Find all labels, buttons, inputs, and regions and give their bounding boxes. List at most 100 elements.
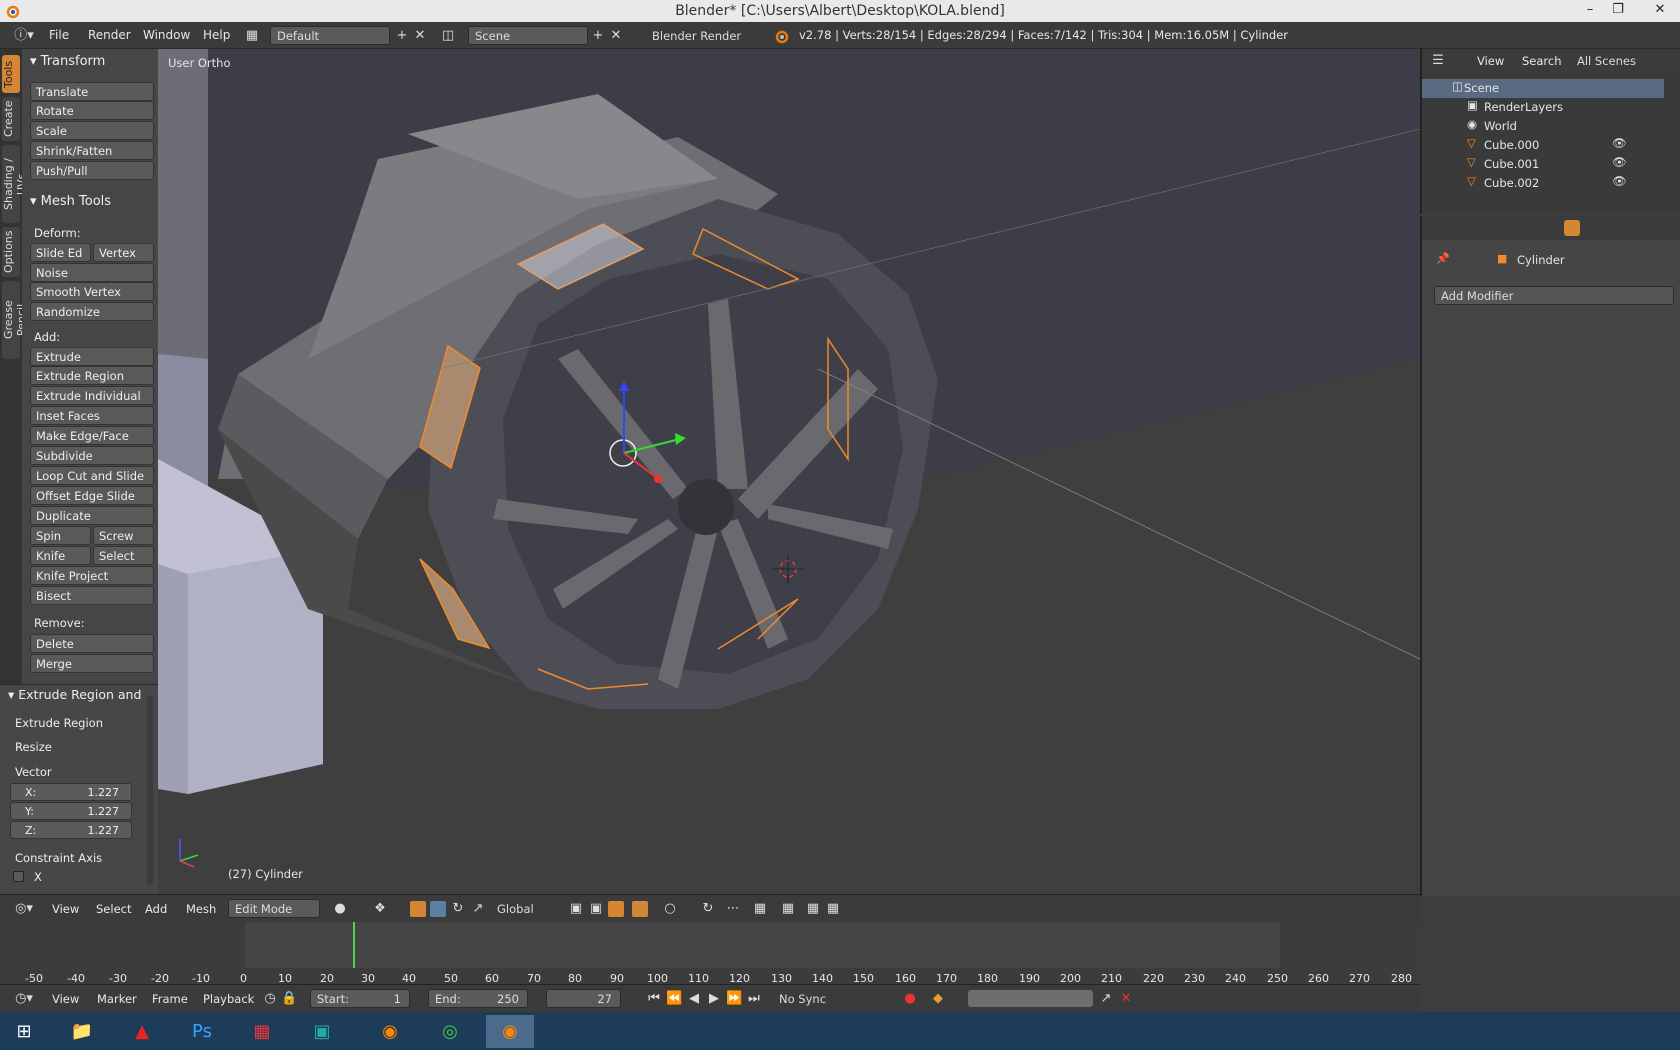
- menu-window[interactable]: Window: [143, 28, 190, 42]
- spin-button[interactable]: Spin: [30, 526, 91, 545]
- acrobat-icon[interactable]: ▲: [118, 1015, 166, 1048]
- rotate-manipulator-icon[interactable]: ↻: [450, 900, 466, 917]
- restore-button[interactable]: ❐: [1598, 0, 1638, 22]
- app-icon[interactable]: ▣: [298, 1015, 346, 1048]
- delete-keyframe-icon[interactable]: ✕: [1118, 990, 1134, 1007]
- make-edge-face-button[interactable]: Make Edge/Face: [30, 426, 154, 445]
- firefox-icon[interactable]: ◉: [366, 1015, 414, 1048]
- vector-z-field[interactable]: Z: 1.227: [10, 821, 132, 839]
- knife-project-button[interactable]: Knife Project: [30, 566, 154, 585]
- menu-playback[interactable]: Playback: [203, 992, 254, 1006]
- modifier-tab-icon[interactable]: [1564, 220, 1580, 236]
- scene-field[interactable]: Scene: [468, 26, 588, 45]
- add-scene-icon[interactable]: +: [590, 27, 606, 44]
- play-reverse-icon[interactable]: ◀: [686, 990, 702, 1007]
- menu-file[interactable]: File: [49, 28, 69, 42]
- snap-target-icon[interactable]: ▦: [752, 900, 768, 917]
- knife-select-button[interactable]: Select: [93, 546, 154, 565]
- scale-button[interactable]: Scale: [30, 121, 154, 140]
- extrude-individual-button[interactable]: Extrude Individual: [30, 386, 154, 405]
- screw-button[interactable]: Screw: [93, 526, 154, 545]
- pin-icon[interactable]: 📌: [1436, 252, 1450, 265]
- face-select-icon[interactable]: [608, 901, 624, 917]
- outliner-row-world[interactable]: ◉ World: [1422, 117, 1664, 136]
- extrude-region-button[interactable]: Extrude Region: [30, 366, 154, 385]
- render-engine-select[interactable]: Blender Render: [645, 26, 755, 45]
- vector-y-field[interactable]: Y: 1.227: [10, 802, 132, 820]
- shading-solid-icon[interactable]: ●: [332, 900, 348, 917]
- editor-type-3dview-icon[interactable]: ◎▾: [10, 900, 38, 917]
- visibility-eye-icon[interactable]: 👁: [1612, 136, 1627, 150]
- lock-icon[interactable]: 🔒: [281, 990, 297, 1007]
- menu-marker[interactable]: Marker: [97, 992, 137, 1006]
- 3d-viewport[interactable]: User Ortho (27) Cylinder: [158, 49, 1420, 894]
- outliner-editor-icon[interactable]: ☰: [1430, 52, 1446, 69]
- translate-manipulator-icon[interactable]: [430, 901, 446, 917]
- editor-type-info-icon[interactable]: ⓘ▾: [10, 27, 38, 44]
- tab-shading-uvs[interactable]: Shading / UVs: [2, 145, 28, 223]
- screen-layout-icon[interactable]: ▦: [244, 27, 260, 44]
- visibility-eye-icon[interactable]: 👁: [1612, 174, 1627, 188]
- shrink-fatten-button[interactable]: Shrink/Fatten: [30, 141, 154, 160]
- record-icon[interactable]: ●: [902, 990, 918, 1007]
- vertex-select-icon[interactable]: ▣: [568, 900, 584, 917]
- duplicate-button[interactable]: Duplicate: [30, 506, 154, 525]
- close-window-button[interactable]: ✕: [1640, 0, 1680, 22]
- keying-set-field[interactable]: [968, 990, 1093, 1007]
- outliner-row-scene[interactable]: ◫ Scene: [1422, 79, 1664, 98]
- tab-grease-pencil[interactable]: Grease Pencil: [2, 281, 28, 359]
- push-pull-button[interactable]: Push/Pull: [30, 161, 154, 180]
- current-frame-field[interactable]: 27: [546, 989, 621, 1008]
- keyframe-icon[interactable]: ◆: [930, 990, 946, 1007]
- current-frame-marker[interactable]: [353, 922, 355, 968]
- start-frame-field[interactable]: Start: 1: [310, 989, 410, 1008]
- loop-cut-slide-button[interactable]: Loop Cut and Slide: [30, 466, 154, 485]
- menu-help[interactable]: Help: [203, 28, 230, 42]
- outliner-row-cube-001[interactable]: ▽ Cube.001 👁: [1422, 155, 1664, 174]
- slide-edge-button[interactable]: Slide Ed: [30, 243, 91, 262]
- jump-start-icon[interactable]: ⏮: [646, 990, 662, 1007]
- scale-manipulator-icon[interactable]: ↗: [470, 900, 486, 917]
- extrude-dropdown[interactable]: Extrude: [30, 347, 154, 366]
- preview-range-icon[interactable]: ◷: [262, 990, 278, 1007]
- remove-layout-icon[interactable]: ✕: [412, 27, 428, 44]
- timeline[interactable]: -50 -40 -30 -20 -10 0 10 20 30 40 50 60 …: [0, 922, 1420, 992]
- outliner-menu-view[interactable]: View: [1477, 54, 1504, 68]
- camera-render-icon[interactable]: ▦: [805, 900, 821, 917]
- outliner-row-cube-002[interactable]: ▽ Cube.002 👁: [1422, 174, 1664, 193]
- file-explorer-icon[interactable]: 📁: [58, 1015, 106, 1048]
- insert-keyframe-icon[interactable]: ↗: [1098, 990, 1114, 1007]
- menu-select[interactable]: Select: [96, 902, 131, 916]
- prev-keyframe-icon[interactable]: ⏪: [666, 990, 682, 1007]
- constraint-x-checkbox[interactable]: [13, 871, 24, 882]
- bisect-button[interactable]: Bisect: [30, 586, 154, 605]
- menu-frame[interactable]: Frame: [152, 992, 188, 1006]
- scene-icon[interactable]: ◫: [440, 27, 456, 44]
- next-keyframe-icon[interactable]: ⏩: [726, 990, 742, 1007]
- offset-edge-slide-button[interactable]: Offset Edge Slide: [30, 486, 154, 505]
- end-frame-field[interactable]: End: 250: [428, 989, 528, 1008]
- proportional-edit-icon[interactable]: ○: [662, 900, 678, 917]
- menu-mesh[interactable]: Mesh: [186, 902, 216, 916]
- subdivide-button[interactable]: Subdivide: [30, 446, 154, 465]
- mode-select[interactable]: Edit Mode: [228, 899, 320, 918]
- add-modifier-dropdown[interactable]: Add Modifier: [1434, 286, 1674, 305]
- play-icon[interactable]: ▶: [706, 990, 722, 1007]
- sync-mode-select[interactable]: No Sync: [772, 989, 884, 1008]
- inset-faces-button[interactable]: Inset Faces: [30, 406, 154, 425]
- outliner-menu-search[interactable]: Search: [1522, 54, 1562, 68]
- opengl-render-icon[interactable]: ▦: [780, 900, 796, 917]
- outliner-row-renderlayers[interactable]: ▣ RenderLayers: [1422, 98, 1664, 117]
- blender-taskbar-icon[interactable]: ◉: [486, 1015, 534, 1048]
- delete-dropdown[interactable]: Delete: [30, 634, 154, 653]
- menu-render[interactable]: Render: [88, 28, 131, 42]
- translate-button[interactable]: Translate: [30, 82, 154, 101]
- sketchup-icon[interactable]: ▦: [238, 1015, 286, 1048]
- snap-icon[interactable]: ↻: [700, 900, 716, 917]
- tab-options[interactable]: Options: [2, 227, 20, 277]
- outliner-display-mode[interactable]: All Scenes: [1570, 51, 1676, 70]
- rotate-button[interactable]: Rotate: [30, 101, 154, 120]
- layout-field[interactable]: Default: [270, 26, 390, 45]
- visibility-eye-icon[interactable]: 👁: [1612, 155, 1627, 169]
- chrome-icon[interactable]: ◎: [426, 1015, 474, 1048]
